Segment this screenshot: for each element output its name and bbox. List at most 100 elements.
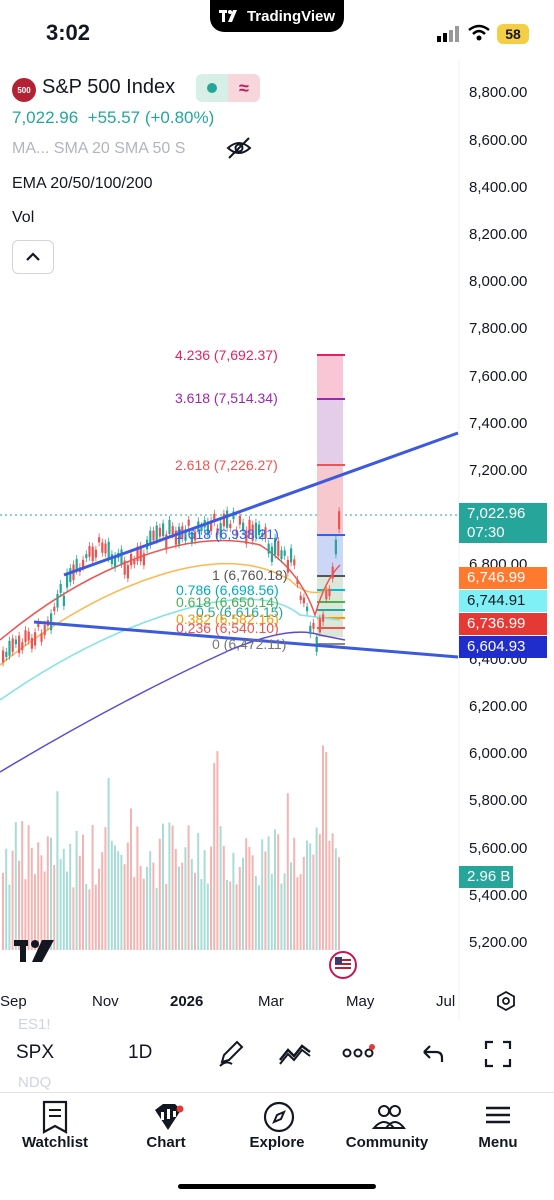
fib-level-label: 1 (6,760.18) (212, 567, 288, 583)
chart-icon (155, 1104, 184, 1130)
volume-bar (254, 875, 257, 950)
volume-bar (331, 833, 334, 950)
hide-indicators-icon[interactable] (226, 136, 252, 160)
nav-watchlist[interactable]: Watchlist (0, 1096, 110, 1156)
price-axis-label: 8,400.00 (469, 179, 528, 196)
volume-bar (302, 856, 305, 950)
ema-price-tag: 6,604.93 (459, 636, 547, 658)
volume-bar (78, 855, 81, 950)
volume-bar (142, 878, 145, 950)
volume-bar (210, 846, 212, 950)
price-axis-label: 5,600.00 (469, 840, 528, 857)
more-options-icon[interactable] (342, 1044, 376, 1060)
time-axis-label: Sep (0, 993, 27, 1010)
volume-bar (226, 880, 228, 950)
ema-legend[interactable]: EMA 20/50/100/200 (12, 175, 153, 193)
market-open-dot-icon (207, 83, 217, 93)
volume-bar (178, 866, 180, 950)
symbol-search-button[interactable]: SPX (16, 1042, 54, 1064)
volume-bar (130, 808, 132, 950)
volume-legend[interactable]: Vol (12, 209, 34, 227)
volume-bar (334, 848, 337, 950)
collapse-legend-button[interactable] (12, 240, 54, 274)
price-axis-label: 5,200.00 (469, 934, 528, 951)
volume-bar (56, 791, 59, 950)
faded-symbol: NDQ (18, 1074, 52, 1091)
volume-bar (59, 859, 62, 950)
volume-bar (229, 881, 232, 950)
volume-bar (34, 874, 36, 950)
fib-zone-mid (317, 400, 343, 468)
status-time: 3:02 (46, 20, 91, 45)
volume-bar (158, 838, 161, 950)
bar-countdown: 07:30 (467, 524, 505, 541)
volume-bar (30, 847, 33, 950)
volume-bar (299, 874, 302, 950)
undo-icon[interactable] (420, 1042, 446, 1066)
chart-settings-icon[interactable] (495, 990, 517, 1012)
nav-explore[interactable]: Explore (222, 1096, 332, 1156)
volume-bar (75, 831, 78, 950)
nav-chart[interactable]: Chart (111, 1096, 221, 1156)
symbol-name[interactable]: S&P 500 Index (42, 76, 175, 99)
watchlist-icon (42, 1100, 68, 1134)
nav-label: Explore (249, 1134, 305, 1151)
volume-bar (82, 834, 84, 950)
faded-symbol: ES1! (18, 1016, 51, 1033)
volume-bar (280, 883, 283, 950)
time-axis-label: Nov (92, 993, 119, 1010)
nav-community[interactable]: Community (332, 1096, 442, 1156)
volume-bar (91, 824, 94, 950)
ema-price-tag: 6,744.91 (459, 590, 547, 612)
volume-bar (248, 846, 251, 950)
last-price-value: 7,022.96 (467, 505, 526, 522)
nav-label: Community (345, 1134, 429, 1151)
price-axis-label: 5,400.00 (469, 887, 528, 904)
price-axis-label: 8,200.00 (469, 226, 528, 243)
volume-bar (114, 845, 116, 950)
price-axis-label: 6,000.00 (469, 745, 528, 762)
volume-bar (24, 879, 27, 950)
ema-price-tag: 6,736.99 (459, 613, 547, 635)
volume-bar (62, 848, 65, 950)
volume-bars (2, 745, 340, 950)
volume-bar (306, 840, 308, 950)
volume-bar (235, 884, 238, 950)
fullscreen-icon[interactable] (484, 1040, 512, 1068)
volume-bar (43, 871, 46, 950)
upper-trend-line (63, 431, 459, 577)
volume-bar (88, 889, 91, 950)
volume-bar (267, 836, 270, 950)
wifi-icon (468, 24, 490, 41)
time-axis-label: 2026 (170, 993, 204, 1010)
volume-bar (101, 852, 104, 950)
volume-bar (117, 851, 120, 950)
volume-bar (184, 847, 187, 950)
fib-zone-top (317, 355, 343, 400)
volume-bar (146, 866, 148, 950)
drawing-tools-icon[interactable] (216, 1038, 246, 1068)
price-axis-label: 7,800.00 (469, 320, 528, 337)
indicators-legend[interactable]: MA... SMA 20 SMA 50 S (12, 140, 185, 158)
market-status-badge[interactable]: ≈ (196, 74, 260, 102)
volume-bar (139, 865, 142, 950)
volume-bar (136, 826, 139, 950)
nav-label: Menu (478, 1134, 518, 1151)
volume-bar (40, 855, 43, 950)
tradingview-pill: TradingView (210, 0, 344, 32)
fib-level-label: 0.236 (6,540.10) (176, 620, 279, 636)
interval-button[interactable]: 1D (128, 1042, 152, 1064)
volume-bar (181, 862, 184, 950)
volume-bar (200, 879, 203, 950)
indicators-icon[interactable] (278, 1040, 312, 1066)
volume-bar (238, 867, 241, 950)
battery-indicator: 58 (497, 24, 529, 44)
volume-bar (258, 885, 260, 950)
price-axis-label: 7,600.00 (469, 368, 528, 385)
nav-menu[interactable]: Menu (443, 1096, 553, 1156)
fib-level-label: 3.618 (7,514.34) (175, 390, 278, 406)
volume-bar (293, 837, 296, 950)
volume-bar (27, 825, 30, 950)
volume-bar (325, 752, 328, 950)
volume-bar (270, 874, 273, 950)
